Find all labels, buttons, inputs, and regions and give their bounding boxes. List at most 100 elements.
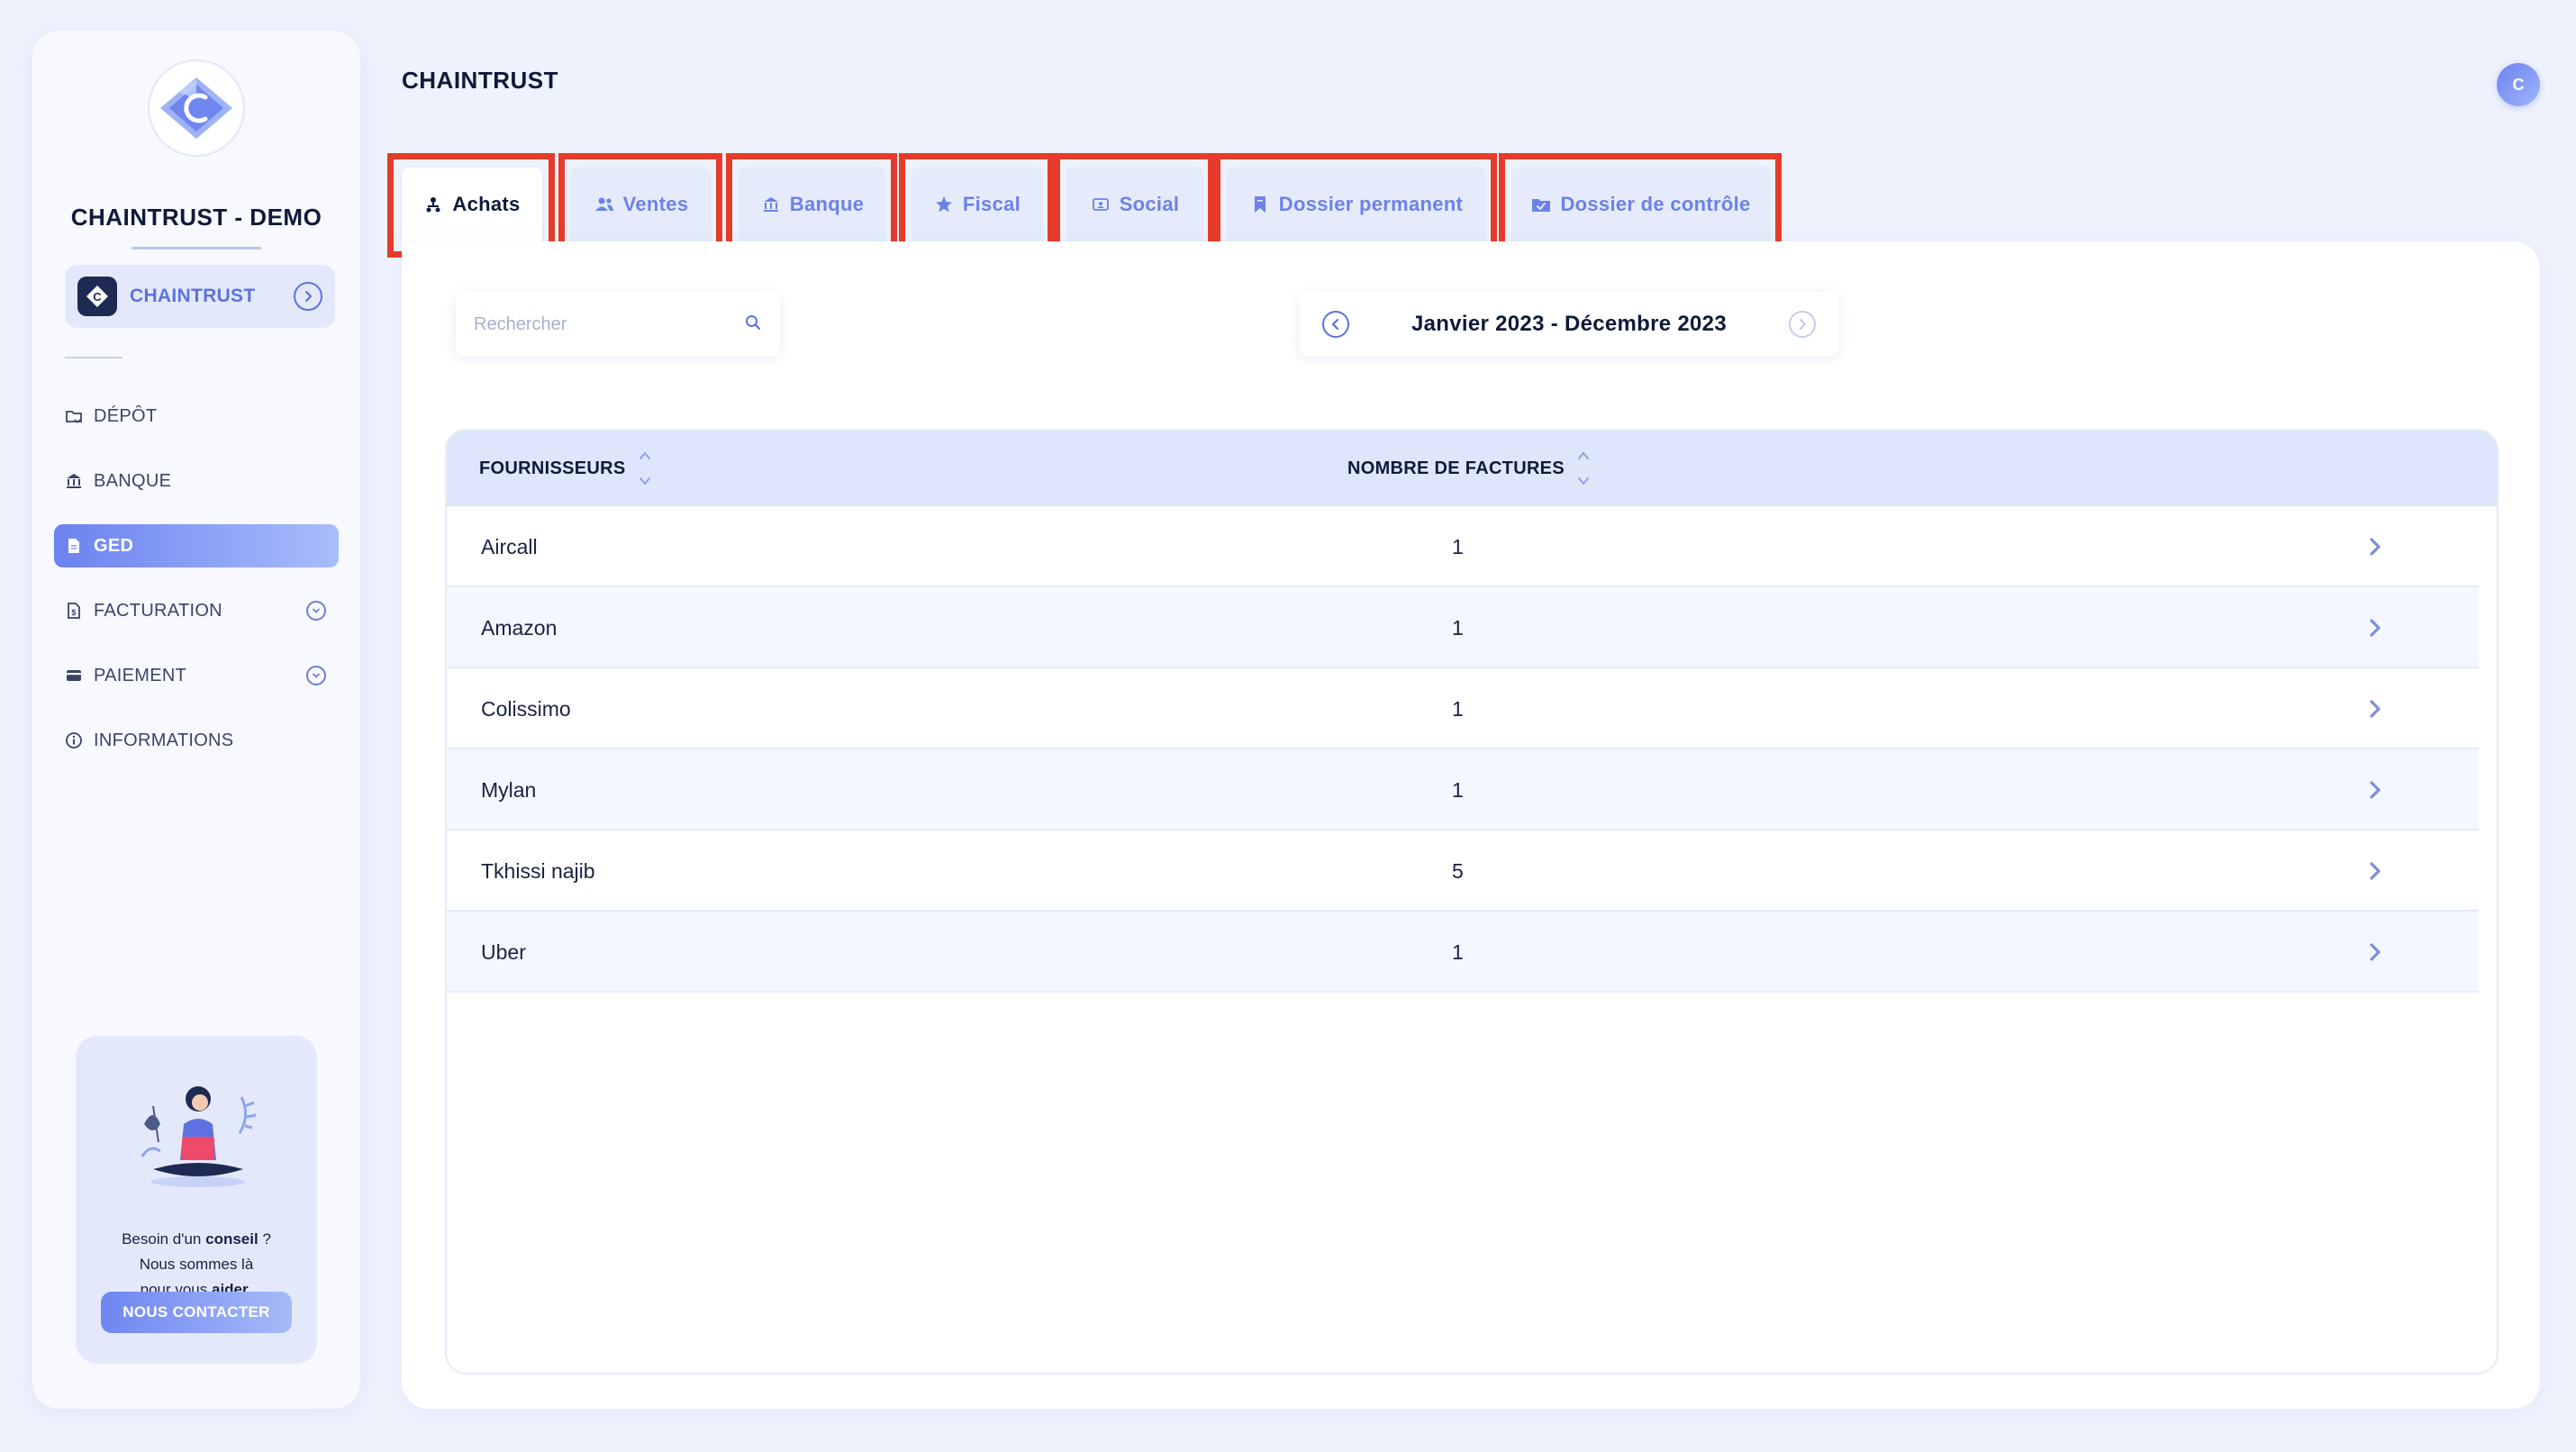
sort-icon[interactable] xyxy=(639,450,651,486)
sidebar-item-label: BANQUE xyxy=(94,470,172,491)
search-input[interactable] xyxy=(474,313,744,335)
sidebar-item-label: INFORMATIONS xyxy=(94,730,234,750)
tab-label: Dossier permanent xyxy=(1278,193,1464,215)
page-title: CHAINTRUST xyxy=(402,67,558,94)
invoice-count: 5 xyxy=(1452,858,1464,883)
period-label: Janvier 2023 - Décembre 2023 xyxy=(1411,312,1727,336)
organization-name: CHAINTRUST xyxy=(130,286,256,306)
tab-ventes[interactable]: Ventes xyxy=(573,168,710,241)
help-line-2: Nous sommes là xyxy=(139,1256,254,1273)
table-row[interactable]: Aircall 1 xyxy=(447,506,2479,587)
tab-label: Achats xyxy=(452,193,521,215)
supplier-name: Mylan xyxy=(481,777,537,802)
table-row[interactable]: Tkhissi najib 5 xyxy=(447,830,2479,912)
table-row[interactable]: Mylan 1 xyxy=(447,749,2479,830)
document-icon xyxy=(65,537,83,555)
suppliers-table: FOURNISSEURS NOMBRE DE FACTURES Aircall … xyxy=(445,429,2499,1375)
sidebar-nav: DÉPÔT BANQUE GED $ FACTURATION PAIEMENT … xyxy=(54,395,339,784)
supplier-name: Colissimo xyxy=(481,696,571,721)
chevron-right-icon[interactable] xyxy=(2362,614,2389,641)
chevron-right-icon[interactable] xyxy=(2362,695,2389,722)
search-box xyxy=(456,292,780,357)
tab-label: Ventes xyxy=(622,193,689,215)
card-icon xyxy=(65,667,83,685)
invoice-icon: $ xyxy=(65,602,83,620)
chevron-left-circle-icon[interactable] xyxy=(1322,311,1349,338)
table-row[interactable]: Colissimo 1 xyxy=(447,668,2479,749)
folder-upload-icon xyxy=(65,407,83,425)
chevron-right-circle-icon[interactable] xyxy=(1789,311,1816,338)
search-icon[interactable] xyxy=(744,313,762,336)
chevron-right-icon[interactable] xyxy=(2362,776,2389,803)
tab-label: Social xyxy=(1119,193,1180,215)
invoice-count: 1 xyxy=(1452,534,1464,558)
chevron-right-icon[interactable] xyxy=(2362,533,2389,560)
main-panel: Janvier 2023 - Décembre 2023 FOURNISSEUR… xyxy=(402,241,2540,1409)
period-selector: Janvier 2023 - Décembre 2023 xyxy=(1299,292,1839,357)
chaintrust-badge-icon: C xyxy=(86,286,108,307)
column-header-fournisseurs[interactable]: FOURNISSEURS xyxy=(479,431,651,506)
invoice-count: 1 xyxy=(1452,777,1464,802)
svg-text:$: $ xyxy=(71,608,76,617)
supplier-name: Amazon xyxy=(481,615,558,640)
tab-achats[interactable]: Achats xyxy=(402,168,542,241)
bank-icon xyxy=(65,472,83,490)
chevron-right-circle-icon[interactable] xyxy=(294,282,322,311)
sidebar-divider xyxy=(65,357,122,358)
tab-label: Banque xyxy=(789,193,865,215)
sidebar-item-label: PAIEMENT xyxy=(94,665,187,685)
invoice-count: 1 xyxy=(1452,939,1464,964)
help-card: Besoin d'un conseil ? Nous sommes là pou… xyxy=(76,1036,317,1364)
company-name-underline xyxy=(132,247,261,250)
sidebar-item-facturation[interactable]: $ FACTURATION xyxy=(54,589,339,632)
chevron-right-icon[interactable] xyxy=(2362,939,2389,966)
chevron-right-icon[interactable] xyxy=(2362,858,2389,885)
chevron-down-icon[interactable] xyxy=(306,666,326,685)
user-avatar[interactable]: C xyxy=(2497,63,2540,106)
company-logo xyxy=(148,59,245,157)
sidebar: CHAINTRUST - DEMO C CHAINTRUST DÉPÔT BAN… xyxy=(32,31,360,1409)
column-header-nombre-de-factures[interactable]: NOMBRE DE FACTURES xyxy=(1347,431,1590,506)
organization-switcher[interactable]: C CHAINTRUST xyxy=(65,265,335,328)
tab-banque[interactable]: Banque xyxy=(740,168,884,241)
sidebar-item-banque[interactable]: BANQUE xyxy=(54,459,339,503)
contact-us-button[interactable]: NOUS CONTACTER xyxy=(101,1292,292,1333)
invoice-count: 1 xyxy=(1452,696,1464,721)
tab-social[interactable]: Social xyxy=(1068,168,1202,241)
tab-label: Fiscal xyxy=(962,193,1021,215)
star-icon xyxy=(934,195,954,214)
company-name: CHAINTRUST - DEMO xyxy=(70,204,322,231)
tab-fiscal[interactable]: Fiscal xyxy=(913,168,1041,241)
id-card-icon xyxy=(1091,195,1111,214)
sidebar-item-ged[interactable]: GED xyxy=(54,524,339,567)
tab-dossier-de-controle[interactable]: Dossier de contrôle xyxy=(1513,168,1769,241)
sidebar-item-depot[interactable]: DÉPÔT xyxy=(54,395,339,438)
folder-check-icon xyxy=(1531,195,1551,214)
people-icon xyxy=(423,195,443,214)
meditating-woman-illustration xyxy=(141,1086,257,1187)
chevron-down-icon[interactable] xyxy=(306,601,326,621)
info-icon xyxy=(65,731,83,749)
sidebar-item-informations[interactable]: INFORMATIONS xyxy=(54,719,339,762)
sidebar-item-label: DÉPÔT xyxy=(94,405,158,426)
tab-dossier-permanent[interactable]: Dossier permanent xyxy=(1229,168,1484,241)
bank-icon xyxy=(761,195,781,214)
logo-icon xyxy=(160,77,232,139)
sort-icon[interactable] xyxy=(1577,450,1590,486)
table-header: FOURNISSEURS NOMBRE DE FACTURES xyxy=(447,431,2497,506)
supplier-name: Tkhissi najib xyxy=(481,858,595,883)
supplier-name: Uber xyxy=(481,939,526,964)
organization-badge: C xyxy=(77,277,117,316)
users-icon xyxy=(594,195,614,214)
tab-label: Dossier de contrôle xyxy=(1560,193,1751,215)
svg-text:C: C xyxy=(93,290,102,304)
invoice-count: 1 xyxy=(1452,615,1464,640)
supplier-name: Aircall xyxy=(481,534,538,558)
sidebar-item-label: GED xyxy=(94,535,134,556)
table-row[interactable]: Uber 1 xyxy=(447,912,2479,993)
sidebar-item-paiement[interactable]: PAIEMENT xyxy=(54,654,339,697)
sidebar-item-label: FACTURATION xyxy=(94,600,222,621)
bookmark-icon xyxy=(1250,195,1270,214)
table-row[interactable]: Amazon 1 xyxy=(447,587,2479,668)
help-line-1: Besoin d'un conseil ? xyxy=(122,1230,271,1248)
